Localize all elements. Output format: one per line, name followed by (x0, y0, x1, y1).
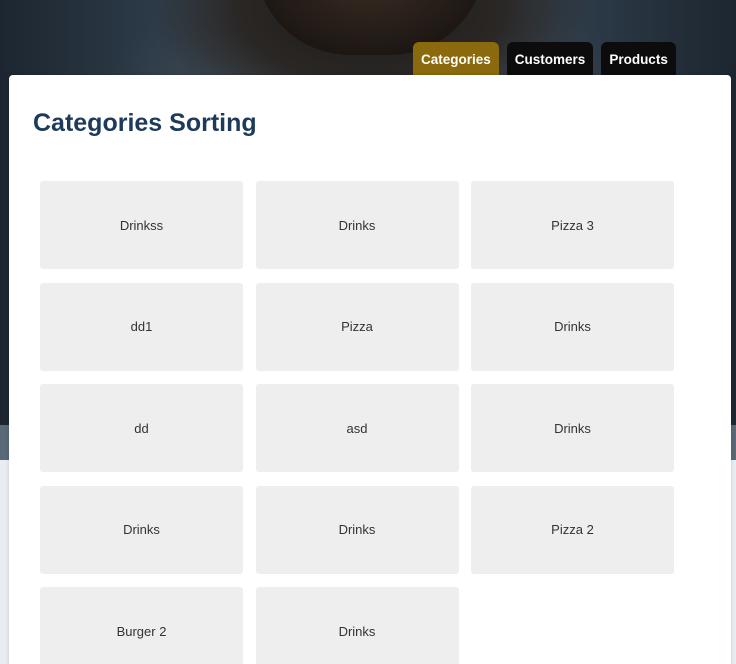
category-tile[interactable]: Drinks (40, 485, 243, 574)
category-tile[interactable]: Pizza 2 (471, 485, 674, 574)
category-tile[interactable]: asd (255, 384, 459, 472)
category-tile[interactable]: dd (40, 384, 243, 472)
category-tile[interactable]: Drinks (255, 485, 459, 574)
tab-customers[interactable]: Customers (506, 42, 594, 76)
page-title: Categories Sorting (33, 109, 257, 137)
category-tile[interactable]: Drinks (255, 587, 459, 664)
content-card: Categories Sorting Drinkss Drinks Pizza … (9, 75, 731, 664)
category-tile[interactable]: Drinks (255, 181, 459, 269)
category-tile[interactable]: Pizza (255, 282, 459, 371)
category-tile[interactable]: Drinks (471, 282, 674, 371)
section-tabs: Categories Customers Products (413, 42, 676, 76)
category-tile[interactable]: Drinks (471, 384, 674, 472)
category-tile[interactable]: dd1 (40, 282, 243, 371)
category-tile[interactable]: Burger 2 (40, 587, 243, 664)
tab-products[interactable]: Products (601, 42, 676, 76)
tab-categories[interactable]: Categories (413, 42, 499, 76)
category-tile[interactable]: Drinkss (40, 181, 243, 269)
category-sort-grid: Drinkss Drinks Pizza 3 dd1 Pizza Drinks … (40, 181, 674, 664)
category-tile[interactable]: Pizza 3 (471, 181, 674, 269)
